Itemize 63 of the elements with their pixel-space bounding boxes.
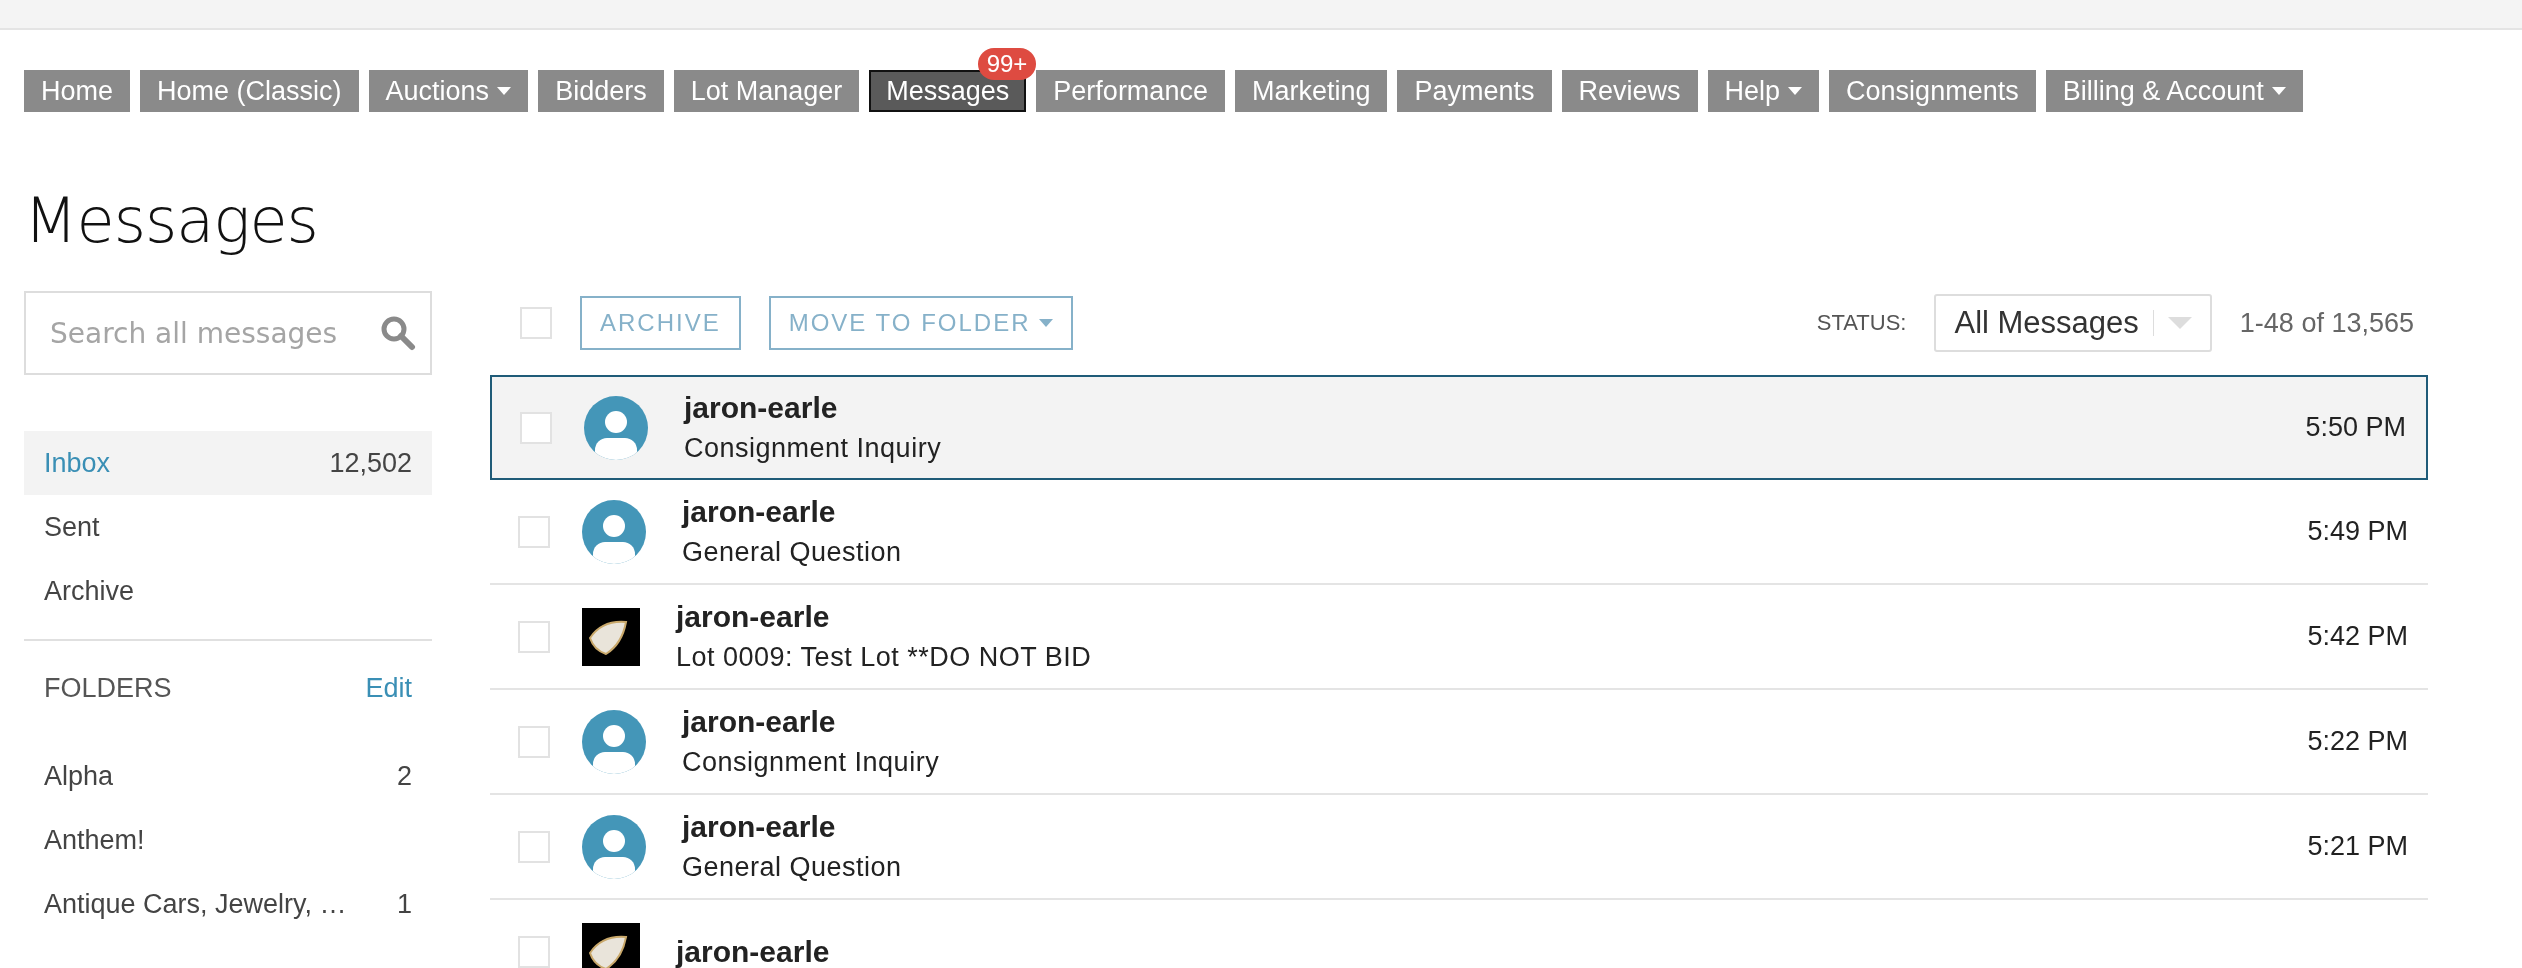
message-subject: General Question (682, 537, 902, 568)
archive-button[interactable]: ARCHIVE (580, 296, 741, 350)
message-row[interactable]: jaron-earle General Question 5:49 PM (490, 480, 2428, 585)
row-checkbox[interactable] (518, 935, 550, 968)
mailbox-item[interactable]: Archive (24, 559, 432, 623)
status-dropdown[interactable]: All Messages (1934, 294, 2212, 352)
search-field[interactable]: Search all messages (24, 291, 432, 375)
message-subject: Consignment Inquiry (684, 433, 942, 464)
status-label: STATUS: (1816, 310, 1907, 336)
row-checkbox[interactable] (518, 515, 550, 548)
folder-item[interactable]: Alpha 2 (24, 744, 432, 808)
sender-name: jaron-earle (676, 600, 830, 634)
caret-icon (1788, 87, 1803, 95)
select-all-checkbox[interactable] (520, 307, 552, 339)
message-time: 5:49 PM (2307, 516, 2408, 547)
message-row[interactable]: jaron-earle Consignment Inquiry 5:22 PM (490, 690, 2428, 795)
message-time: 5:21 PM (2307, 831, 2408, 862)
mailbox-item[interactable]: Sent (24, 495, 432, 559)
nav-tab[interactable]: Home (24, 70, 131, 112)
nav-tab[interactable]: Billing & Account (2045, 70, 2303, 112)
message-row[interactable]: jaron-earle (490, 900, 2428, 968)
sender-name: jaron-earle (676, 934, 830, 968)
row-checkbox[interactable] (520, 411, 552, 444)
message-time: 5:50 PM (2305, 412, 2406, 443)
message-row[interactable]: jaron-earle Lot 0009: Test Lot **DO NOT BID 5:42 PM (490, 585, 2428, 690)
message-subject: Consignment Inquiry (682, 747, 940, 778)
nav-tab[interactable]: Home (Classic) (140, 70, 359, 112)
row-checkbox[interactable] (518, 620, 550, 653)
nav-tab[interactable]: Payments (1397, 70, 1552, 112)
caret-icon (1038, 319, 1053, 327)
message-row[interactable]: jaron-earle Consignment Inquiry 5:50 PM (490, 375, 2428, 480)
page-title: Messages (23, 183, 319, 259)
move-to-folder-button[interactable]: MOVE TO FOLDER (768, 296, 1073, 350)
nav-tab[interactable]: Marketing (1234, 70, 1388, 112)
sender-name: jaron-earle (682, 705, 836, 739)
caret-icon (2271, 87, 2286, 95)
sender-name: jaron-earle (682, 810, 836, 844)
caret-icon (497, 87, 512, 95)
nav-tab[interactable]: Bidders (538, 70, 664, 112)
message-subject: General Question (682, 852, 902, 883)
nav-tab[interactable]: Help (1707, 70, 1820, 112)
result-range: 1-48 of 13,565 (2239, 307, 2414, 339)
sender-name: jaron-earle (684, 391, 838, 425)
nav-tab[interactable]: Performance (1036, 70, 1225, 112)
sender-name: jaron-earle (682, 495, 836, 529)
folder-item[interactable]: Anthem! (24, 808, 432, 872)
nav-tab[interactable]: Auctions (368, 70, 529, 112)
notification-badge: 99+ (977, 48, 1037, 80)
row-checkbox[interactable] (518, 725, 550, 758)
message-subject: Lot 0009: Test Lot **DO NOT BID (676, 642, 1092, 673)
message-time: 5:22 PM (2307, 726, 2408, 757)
folders-heading: FOLDERS (44, 673, 172, 704)
edit-link[interactable]: Edit (365, 673, 412, 704)
mailbox-item[interactable]: Inbox 12,502 (24, 431, 432, 495)
nav-tab[interactable]: Reviews (1561, 70, 1698, 112)
message-time: 5:42 PM (2307, 621, 2408, 652)
message-row[interactable]: jaron-earle General Question 5:21 PM (490, 795, 2428, 900)
caret-icon (2167, 317, 2192, 329)
folder-item[interactable]: Antique Cars, Jewelry, … 1 (24, 872, 432, 936)
search-icon[interactable] (380, 315, 416, 351)
nav-tab[interactable]: Lot Manager (673, 70, 860, 112)
nav-tab[interactable]: Consignments (1829, 70, 2036, 112)
row-checkbox[interactable] (518, 830, 550, 863)
